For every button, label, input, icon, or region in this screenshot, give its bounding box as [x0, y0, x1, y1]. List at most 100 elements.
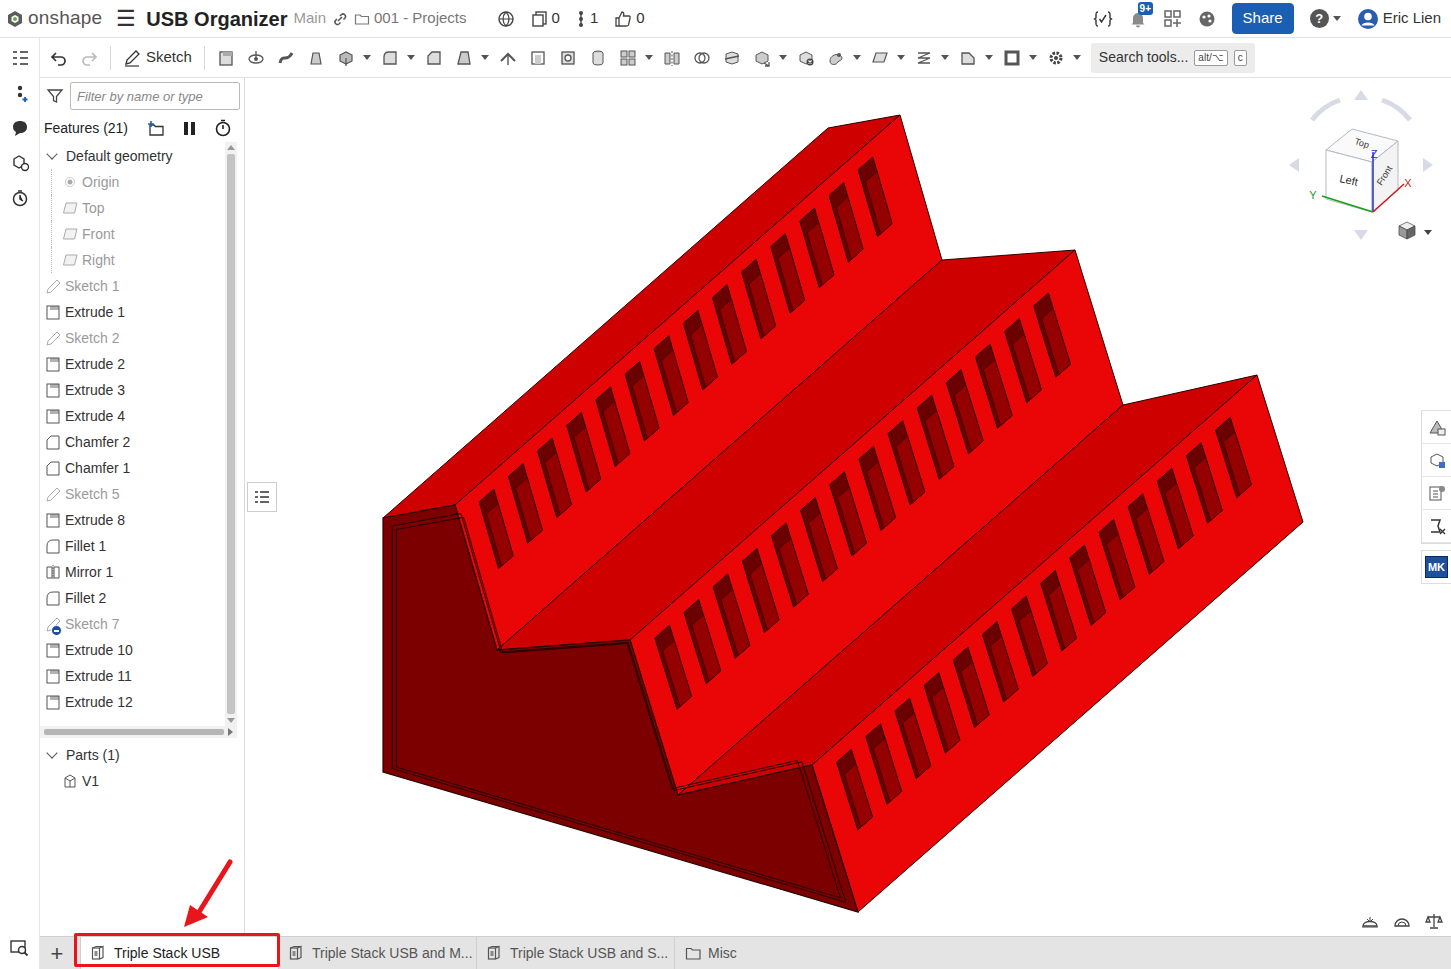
pattern-icon[interactable] — [619, 49, 637, 67]
help-button[interactable]: ? — [1310, 9, 1329, 28]
share-button[interactable]: Share — [1232, 3, 1294, 34]
appearance-icon[interactable] — [827, 49, 845, 67]
bom-button[interactable] — [1422, 477, 1451, 510]
branch-name[interactable]: Main — [293, 7, 326, 30]
feature-name[interactable]: Chamfer 2 — [65, 432, 130, 453]
extrude-icon[interactable] — [217, 49, 235, 67]
view-options-icon[interactable] — [1399, 222, 1432, 239]
sheet-tool[interactable] — [953, 43, 983, 73]
variables-button[interactable] — [1422, 510, 1451, 543]
fillet-menu-caret-icon[interactable] — [407, 55, 415, 60]
feature-name[interactable]: Extrude 10 — [65, 640, 133, 661]
feature-list-toggle[interactable] — [247, 482, 277, 512]
document-tab[interactable]: Misc — [674, 937, 872, 969]
notifications[interactable]: 9+ — [1129, 10, 1147, 28]
sheet-icon[interactable] — [959, 49, 977, 67]
geometry-item[interactable]: Origin — [40, 169, 225, 195]
del-icon[interactable] — [797, 49, 815, 67]
tab-label[interactable]: Triple Stack USB — [114, 943, 220, 964]
filter-input[interactable] — [70, 82, 240, 110]
thicken-menu-caret-icon[interactable] — [363, 55, 371, 60]
left-face-label[interactable]: Left — [1339, 172, 1359, 188]
thicken-icon[interactable] — [337, 49, 355, 67]
mk-app-button[interactable]: MK — [1421, 550, 1451, 584]
feature-item[interactable]: Extrude 12 — [40, 689, 225, 715]
tab-label[interactable]: Misc — [708, 943, 737, 964]
mass-properties-icon[interactable] — [1425, 912, 1445, 930]
split-icon[interactable] — [723, 49, 741, 67]
feature-name[interactable]: Sketch 1 — [65, 276, 119, 297]
folder-name[interactable]: 001 - Projects — [374, 7, 467, 30]
fillet-icon[interactable] — [381, 49, 399, 67]
plane-icon[interactable] — [871, 49, 889, 67]
document-title[interactable]: USB Organizer — [146, 4, 287, 34]
undo-icon[interactable] — [50, 49, 68, 67]
gear-tool[interactable] — [1041, 43, 1071, 73]
appearance-tool[interactable] — [821, 43, 851, 73]
expand-chevron-icon[interactable] — [46, 148, 57, 159]
document-tab[interactable]: Triple Stack USB and S... — [476, 937, 674, 969]
bool-tool[interactable] — [687, 43, 717, 73]
feature-name[interactable]: Fillet 1 — [65, 536, 106, 557]
geometry-name[interactable]: Front — [82, 224, 115, 245]
draft-icon[interactable] — [455, 49, 473, 67]
sheet-menu-caret-icon[interactable] — [985, 55, 993, 60]
feature-name[interactable]: Extrude 3 — [65, 380, 125, 401]
z-axis-label[interactable]: Z — [1371, 148, 1378, 160]
funnel-icon[interactable] — [46, 87, 64, 105]
feature-name[interactable]: Extrude 4 — [65, 406, 125, 427]
versions-count[interactable]: 0 — [531, 7, 560, 30]
x-axis-label[interactable]: X — [1404, 177, 1412, 189]
render-mode-icon[interactable] — [1393, 912, 1413, 930]
plane-menu-caret-icon[interactable] — [897, 55, 905, 60]
feature-item[interactable]: Extrude 4 — [40, 403, 225, 429]
shell-tool[interactable] — [523, 43, 553, 73]
list-toggle-icon[interactable] — [253, 489, 271, 505]
bool-icon[interactable] — [693, 49, 711, 67]
feature-item[interactable]: Extrude 10 — [40, 637, 225, 663]
undo-tool[interactable] — [44, 43, 74, 73]
sketch-button[interactable]: Sketch — [117, 43, 198, 73]
sweep-tool[interactable] — [271, 43, 301, 73]
likes-count[interactable]: 0 — [614, 7, 644, 30]
rotate-arrow-icon[interactable] — [1423, 158, 1433, 172]
parts-group[interactable]: Parts (1) — [40, 742, 244, 768]
feature-item[interactable]: Extrude 8 — [40, 507, 225, 533]
tab-manager-button[interactable] — [0, 930, 40, 965]
draft-tool[interactable] — [449, 43, 479, 73]
parts-label[interactable]: Parts (1) — [66, 745, 120, 766]
tab-search-icon[interactable] — [10, 938, 29, 957]
section-view-icon[interactable] — [1361, 912, 1381, 930]
loft-icon[interactable] — [307, 49, 325, 67]
feature-item[interactable]: Extrude 11 — [40, 663, 225, 689]
add-folder-icon[interactable] — [147, 120, 165, 137]
document-tab[interactable]: Triple Stack USB — [80, 937, 278, 969]
learning-center-icon[interactable] — [1198, 10, 1216, 28]
frame-menu-caret-icon[interactable] — [1029, 55, 1037, 60]
gear-menu-caret-icon[interactable] — [1073, 55, 1081, 60]
usb-organizer-model[interactable]: TopLeftFrontZXY — [245, 78, 1451, 936]
horizontal-scrollbar[interactable] — [40, 726, 237, 738]
insert-button[interactable] — [0, 75, 40, 110]
y-axis-label[interactable]: Y — [1309, 189, 1317, 201]
help-menu[interactable]: ? — [1310, 9, 1341, 28]
rotate-arrow-icon[interactable] — [1289, 158, 1299, 172]
feature-name[interactable]: Sketch 7 — [65, 614, 119, 635]
geometry-name[interactable]: Origin — [82, 172, 119, 193]
hole-tool[interactable] — [553, 43, 583, 73]
bom-icon[interactable] — [1428, 484, 1446, 502]
history-button[interactable] — [0, 180, 40, 215]
default-geometry-group[interactable]: Default geometry — [40, 143, 225, 169]
feature-name[interactable]: Fillet 2 — [65, 588, 106, 609]
folder-link[interactable]: 001 - Projects — [354, 7, 467, 30]
pattern-menu-caret-icon[interactable] — [645, 55, 653, 60]
configurations-button[interactable] — [0, 145, 40, 180]
rotate-arrow-icon[interactable] — [1354, 90, 1368, 100]
part-studio-icon[interactable] — [91, 945, 108, 961]
mirror-tool[interactable] — [657, 43, 687, 73]
helix-menu-caret-icon[interactable] — [941, 55, 949, 60]
rib-tool[interactable] — [493, 43, 523, 73]
user-avatar-icon[interactable] — [1357, 8, 1379, 30]
comments-icon[interactable] — [11, 119, 29, 137]
feature-item[interactable]: Chamfer 2 — [40, 429, 225, 455]
